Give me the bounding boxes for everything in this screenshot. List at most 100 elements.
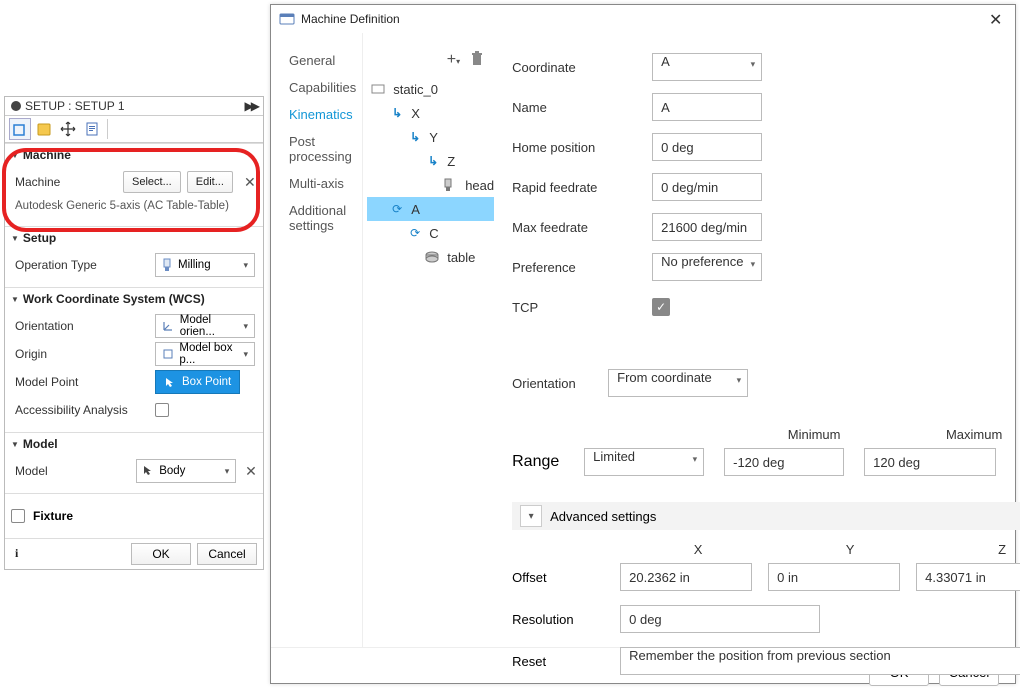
- model-dropdown[interactable]: Body: [136, 459, 236, 483]
- orientation-label: Orientation: [15, 319, 155, 333]
- orientation-dropdown[interactable]: Model orien...: [155, 314, 255, 338]
- tree-head-label: head: [465, 178, 494, 193]
- tree-x[interactable]: ↳ X: [367, 101, 494, 125]
- add-node-icon[interactable]: +▾: [447, 51, 460, 69]
- reset-label: Reset: [512, 654, 604, 669]
- orientation-form-label: Orientation: [512, 376, 608, 391]
- advanced-toggle-icon[interactable]: ▾: [520, 505, 542, 527]
- range-max-input[interactable]: [864, 448, 996, 476]
- setup-bullet-icon: [11, 101, 21, 111]
- milling-icon: [162, 258, 172, 272]
- range-type-dropdown[interactable]: Limited: [584, 448, 704, 476]
- fixture-checkbox[interactable]: [11, 509, 25, 523]
- close-button[interactable]: ✕: [983, 9, 1007, 29]
- expand-icon[interactable]: ▶▶: [245, 99, 257, 113]
- fixture-label: Fixture: [33, 509, 73, 523]
- nav-multi-axis[interactable]: Multi-axis: [287, 170, 358, 197]
- section-model-label: Model: [23, 437, 58, 451]
- rotary-c-icon: ⟳: [407, 226, 423, 240]
- tree-table[interactable]: table: [367, 245, 494, 269]
- section-setup[interactable]: Setup: [5, 227, 263, 249]
- delete-node-icon[interactable]: [470, 51, 484, 69]
- setup-header: SETUP : SETUP 1 ▶▶: [5, 97, 263, 115]
- axis-x-icon: ↳: [389, 106, 405, 120]
- section-wcs-label: Work Coordinate System (WCS): [23, 292, 205, 306]
- tree-a[interactable]: ⟳ A: [367, 197, 494, 221]
- minimum-header: Minimum: [734, 427, 894, 442]
- preference-label: Preference: [512, 260, 652, 275]
- tree-table-label: table: [447, 250, 475, 265]
- tree-y-label: Y: [429, 130, 438, 145]
- model-point-label: Model Point: [15, 375, 155, 389]
- machine-clear-icon[interactable]: ✕: [243, 174, 257, 191]
- advanced-settings-label: Advanced settings: [550, 509, 656, 524]
- origin-dropdown[interactable]: Model box p...: [155, 342, 255, 366]
- origin-value: Model box p...: [179, 342, 248, 366]
- nav-additional-settings[interactable]: Additional settings: [287, 197, 358, 239]
- range-type-value: Limited: [593, 449, 635, 464]
- cursor-small-icon: [143, 465, 153, 477]
- orientation-value: Model orien...: [180, 314, 248, 338]
- machine-select-button[interactable]: Select...: [123, 171, 181, 193]
- name-input[interactable]: [652, 93, 762, 121]
- tree-c-label: C: [429, 226, 438, 241]
- tree-a-label: A: [411, 202, 420, 217]
- nav-capabilities[interactable]: Capabilities: [287, 74, 358, 101]
- tab-setup-icon[interactable]: [9, 118, 31, 140]
- machine-description: Autodesk Generic 5-axis (AC Table-Table): [15, 196, 257, 218]
- advanced-settings-header[interactable]: ▾ Advanced settings: [512, 502, 1020, 530]
- setup-ok-button[interactable]: OK: [131, 543, 191, 565]
- info-icon[interactable]: i: [15, 546, 18, 561]
- reset-dropdown[interactable]: Remember the position from previous sect…: [620, 647, 1020, 675]
- model-clear-icon[interactable]: ✕: [245, 463, 257, 480]
- dialog-icon: [279, 12, 295, 26]
- box-icon: [162, 348, 173, 360]
- tree-z[interactable]: ↳ Z: [367, 149, 494, 173]
- setup-panel: SETUP : SETUP 1 ▶▶ Machine Machine Selec…: [4, 96, 264, 570]
- nav-kinematics[interactable]: Kinematics: [287, 101, 358, 128]
- section-machine[interactable]: Machine: [5, 144, 263, 166]
- offset-x-input[interactable]: [620, 563, 752, 591]
- offset-y-input[interactable]: [768, 563, 900, 591]
- tree-head[interactable]: head: [367, 173, 494, 197]
- maxf-input[interactable]: [652, 213, 762, 241]
- box-point-label: Box Point: [182, 376, 231, 388]
- section-wcs[interactable]: Work Coordinate System (WCS): [5, 288, 263, 310]
- y-header: Y: [774, 542, 926, 557]
- box-point-button[interactable]: Box Point: [155, 370, 240, 394]
- resolution-label: Resolution: [512, 612, 604, 627]
- orientation-form-dropdown[interactable]: From coordinate: [608, 369, 748, 397]
- coordinate-dropdown[interactable]: A: [652, 53, 762, 81]
- tree-c[interactable]: ⟳ C: [367, 221, 494, 245]
- offset-label: Offset: [512, 570, 604, 585]
- tab-post-icon[interactable]: [81, 118, 103, 140]
- preference-dropdown[interactable]: No preference: [652, 253, 762, 281]
- home-input[interactable]: [652, 133, 762, 161]
- setup-tabbar: [5, 115, 263, 143]
- tab-move-icon[interactable]: [57, 118, 79, 140]
- tree-static[interactable]: static_0: [367, 77, 494, 101]
- dialog-title: Machine Definition: [301, 12, 400, 26]
- resolution-input[interactable]: [620, 605, 820, 633]
- tab-stock-icon[interactable]: [33, 118, 55, 140]
- rapid-input[interactable]: [652, 173, 762, 201]
- accessibility-checkbox[interactable]: [155, 403, 169, 417]
- op-type-dropdown[interactable]: Milling: [155, 253, 255, 277]
- tree-static-label: static_0: [393, 82, 438, 97]
- tcp-checkbox[interactable]: ✓: [652, 298, 670, 316]
- machine-label: Machine: [15, 175, 123, 189]
- section-model[interactable]: Model: [5, 433, 263, 455]
- tree-x-label: X: [411, 106, 420, 121]
- nav-general[interactable]: General: [287, 47, 358, 74]
- offset-z-input[interactable]: [916, 563, 1020, 591]
- nav-post-processing[interactable]: Post processing: [287, 128, 358, 170]
- orientation-form-value: From coordinate: [617, 370, 712, 385]
- machine-edit-button[interactable]: Edit...: [187, 171, 233, 193]
- range-min-input[interactable]: [724, 448, 844, 476]
- name-label: Name: [512, 100, 652, 115]
- tree-y[interactable]: ↳ Y: [367, 125, 494, 149]
- setup-cancel-button[interactable]: Cancel: [197, 543, 257, 565]
- axis-properties-panel: Coordinate A Name Home position Rapid fe…: [504, 33, 1020, 647]
- maximum-header: Maximum: [894, 427, 1020, 442]
- tree-z-label: Z: [447, 154, 455, 169]
